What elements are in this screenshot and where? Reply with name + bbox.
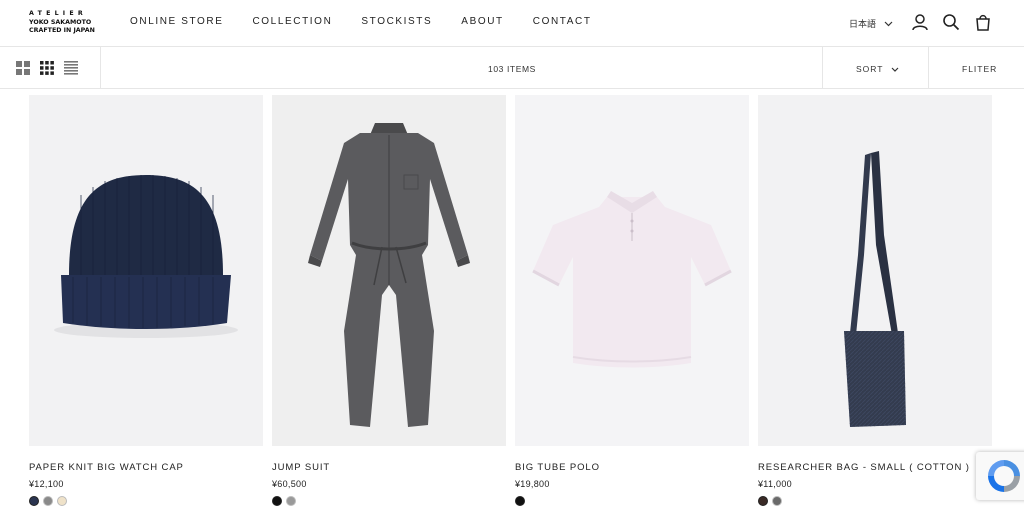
color-swatch[interactable]	[29, 496, 39, 506]
product-price: ¥11,000	[758, 479, 792, 489]
product-card[interactable]: RESEARCHER BAG - SMALL ( COTTON ) ¥11,00…	[758, 95, 992, 506]
product-price: ¥60,500	[272, 479, 307, 489]
toolbar-divider	[822, 47, 823, 89]
search-icon[interactable]	[942, 13, 960, 31]
chevron-down-icon	[884, 21, 893, 26]
color-swatch[interactable]	[272, 496, 282, 506]
recaptcha-icon	[988, 460, 1020, 492]
color-swatch[interactable]	[758, 496, 768, 506]
product-card[interactable]: PAPER KNIT BIG WATCH CAP ¥12,100	[29, 95, 263, 506]
toolbar-divider	[928, 47, 929, 89]
nav-about[interactable]: ABOUT	[461, 16, 503, 27]
product-image[interactable]	[29, 95, 263, 446]
language-selector[interactable]: 日本語	[849, 17, 893, 30]
product-image[interactable]	[272, 95, 506, 446]
color-swatches	[272, 496, 506, 506]
brand-line-2: YOKO SAKAMOTO	[29, 18, 92, 26]
main-nav: ONLINE STORE COLLECTION STOCKISTS ABOUT …	[130, 16, 621, 27]
product-name[interactable]: JUMP SUIT	[272, 462, 506, 473]
sort-label: SORT	[856, 64, 884, 74]
filter-button[interactable]: FLITER	[962, 64, 997, 74]
navy-knit-beanie-icon	[54, 175, 238, 338]
navy-shoulder-bag-icon	[844, 151, 906, 427]
product-price: ¥12,100	[29, 479, 64, 489]
color-swatch[interactable]	[286, 496, 296, 506]
brand-logo[interactable]: ATELIER YOKO SAKAMOTO CRAFTED IN JAPAN	[29, 10, 109, 36]
language-label: 日本語	[849, 19, 877, 29]
product-name[interactable]: PAPER KNIT BIG WATCH CAP	[29, 462, 263, 473]
color-swatch[interactable]	[43, 496, 53, 506]
product-name[interactable]: RESEARCHER BAG - SMALL ( COTTON )	[758, 462, 992, 473]
recaptcha-badge[interactable]	[976, 452, 1024, 500]
site-header: ATELIER YOKO SAKAMOTO CRAFTED IN JAPAN O…	[0, 0, 1024, 46]
color-swatches	[29, 496, 263, 506]
brand-line-3: CRAFTED IN JAPAN	[29, 27, 95, 34]
nav-stockists[interactable]: STOCKISTS	[361, 16, 432, 27]
sort-button[interactable]: SORT	[856, 64, 899, 74]
nav-contact[interactable]: CONTACT	[533, 16, 592, 27]
collection-toolbar: 103 ITEMS SORT FLITER	[0, 46, 1024, 89]
nav-collection[interactable]: COLLECTION	[252, 16, 332, 27]
color-swatch[interactable]	[515, 496, 525, 506]
grey-jumpsuit-icon	[308, 123, 470, 427]
product-card[interactable]: BIG TUBE POLO ¥19,800	[515, 95, 749, 506]
product-card[interactable]: JUMP SUIT ¥60,500	[272, 95, 506, 506]
pink-polo-shirt-icon	[532, 191, 732, 368]
chevron-down-icon	[892, 67, 899, 72]
color-swatch[interactable]	[772, 496, 782, 506]
product-name[interactable]: BIG TUBE POLO	[515, 462, 749, 473]
color-swatches	[515, 496, 749, 506]
color-swatches	[758, 496, 992, 506]
product-image[interactable]	[515, 95, 749, 446]
color-swatch[interactable]	[57, 496, 67, 506]
brand-line-1: ATELIER	[29, 10, 87, 17]
cart-bag-icon[interactable]	[974, 13, 992, 31]
product-image[interactable]	[758, 95, 992, 446]
product-price: ¥19,800	[515, 479, 550, 489]
nav-online-store[interactable]: ONLINE STORE	[130, 16, 223, 27]
account-icon[interactable]	[911, 13, 929, 31]
